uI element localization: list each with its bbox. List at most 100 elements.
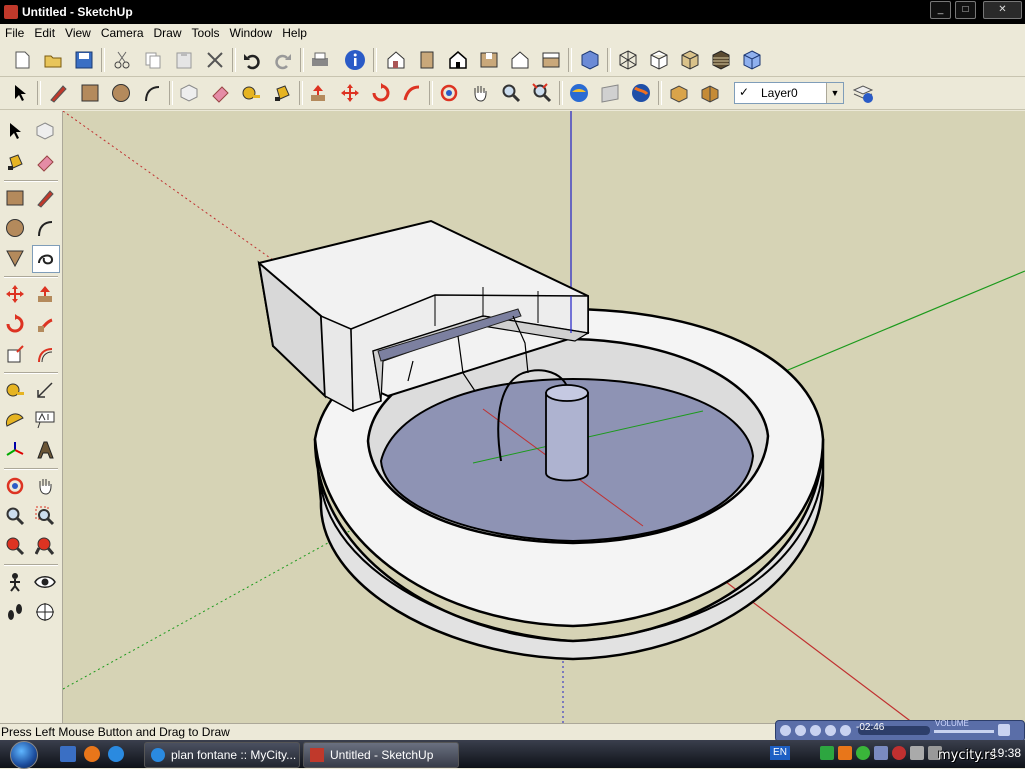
google-earth-button[interactable] <box>629 81 653 105</box>
dimension-tool[interactable] <box>32 377 58 403</box>
offset-tool[interactable] <box>32 341 58 367</box>
arc-tool-button[interactable] <box>140 81 164 105</box>
menu-window[interactable]: Window <box>225 24 278 40</box>
iso-view-button[interactable] <box>384 48 408 72</box>
zoom-tool[interactable] <box>2 503 28 529</box>
zoom-window-tool[interactable] <box>32 503 58 529</box>
player-menu-icon[interactable] <box>998 724 1010 736</box>
share-model-button[interactable] <box>598 81 622 105</box>
follow-me-button[interactable] <box>400 81 424 105</box>
cut-button[interactable] <box>110 48 134 72</box>
menu-edit[interactable]: Edit <box>29 24 60 40</box>
task-sketchup[interactable]: Untitled - SketchUp <box>303 742 459 768</box>
show-desktop-icon[interactable] <box>60 746 76 762</box>
axes-tool[interactable] <box>2 437 28 463</box>
line-tool[interactable] <box>32 185 58 211</box>
hidden-line-button[interactable] <box>647 48 671 72</box>
save-button[interactable] <box>72 48 96 72</box>
xray-button[interactable] <box>578 48 602 72</box>
section-plane-tool[interactable] <box>32 599 58 625</box>
eraser-tool-button[interactable] <box>208 81 232 105</box>
top-view-button[interactable] <box>415 48 439 72</box>
layer-select[interactable]: ✓ Layer0 ▼ <box>734 82 844 104</box>
task-browser[interactable]: plan fontane :: MyCity... <box>144 742 300 768</box>
tape-measure-button[interactable] <box>239 81 263 105</box>
menu-tools[interactable]: Tools <box>187 24 225 40</box>
model-info-button[interactable] <box>343 48 367 72</box>
pan-tool-button[interactable] <box>468 81 492 105</box>
copy-button[interactable] <box>141 48 165 72</box>
protractor-tool[interactable] <box>2 407 28 433</box>
push-pull-tool[interactable] <box>32 281 58 307</box>
next-track-icon[interactable] <box>840 725 851 736</box>
orbit-tool-button[interactable] <box>437 81 461 105</box>
move-tool[interactable] <box>2 281 28 307</box>
back-view-button[interactable] <box>508 48 532 72</box>
rectangle-tool[interactable] <box>2 185 28 211</box>
shaded-textures-button[interactable] <box>709 48 733 72</box>
wireframe-button[interactable] <box>616 48 640 72</box>
tape-measure-tool[interactable] <box>2 377 28 403</box>
zoom-tool-button[interactable] <box>499 81 523 105</box>
eraser-tool[interactable] <box>32 149 58 175</box>
menu-draw[interactable]: Draw <box>149 24 187 40</box>
rotate-tool[interactable] <box>2 311 28 337</box>
push-pull-button[interactable] <box>306 81 330 105</box>
get-models-button[interactable] <box>567 81 591 105</box>
erase-button[interactable] <box>203 48 227 72</box>
volume-icon[interactable] <box>910 746 924 760</box>
model-viewport[interactable] <box>63 111 1025 723</box>
stop-icon[interactable] <box>810 725 821 736</box>
minimize-button[interactable]: _ <box>930 1 951 19</box>
shaded-button[interactable] <box>678 48 702 72</box>
menu-file[interactable]: File <box>0 24 29 40</box>
monochrome-button[interactable] <box>740 48 764 72</box>
3d-text-tool[interactable] <box>32 437 58 463</box>
maximize-button[interactable]: □ <box>955 1 976 19</box>
paint-bucket-tool[interactable] <box>2 149 28 175</box>
right-view-button[interactable] <box>477 48 501 72</box>
orbit-tool[interactable] <box>2 473 28 499</box>
previous-view-tool[interactable] <box>32 533 58 559</box>
zoom-extents-tool[interactable] <box>2 533 28 559</box>
text-tool[interactable] <box>32 407 58 433</box>
look-around-tool[interactable] <box>32 569 58 595</box>
rotate-tool-button[interactable] <box>369 81 393 105</box>
menu-help[interactable]: Help <box>277 24 312 40</box>
follow-me-tool[interactable] <box>32 311 58 337</box>
pan-tool[interactable] <box>32 473 58 499</box>
dynamic-components-button[interactable] <box>698 81 722 105</box>
circle-tool[interactable] <box>2 215 28 241</box>
position-camera-tool[interactable] <box>2 569 28 595</box>
layer-manager-button[interactable] <box>851 81 875 105</box>
select-tool-button[interactable] <box>8 81 32 105</box>
front-view-button[interactable] <box>446 48 470 72</box>
make-component-button[interactable] <box>177 81 201 105</box>
language-indicator[interactable]: EN <box>770 746 790 760</box>
volume-slider[interactable] <box>934 730 994 733</box>
freehand-tool[interactable] <box>32 245 60 273</box>
component-tool[interactable] <box>32 118 58 144</box>
chevron-down-icon[interactable]: ▼ <box>826 83 843 103</box>
pause-icon[interactable] <box>795 725 806 736</box>
select-tool[interactable] <box>2 118 28 144</box>
arc-tool[interactable] <box>32 215 58 241</box>
internet-explorer-icon[interactable] <box>108 746 124 762</box>
start-button[interactable] <box>4 740 44 769</box>
print-button[interactable] <box>308 48 332 72</box>
close-button[interactable]: ✕ <box>983 1 1022 19</box>
zoom-extents-button[interactable] <box>530 81 554 105</box>
walk-tool[interactable] <box>2 599 28 625</box>
components-button[interactable] <box>667 81 691 105</box>
open-button[interactable] <box>41 48 65 72</box>
menu-camera[interactable]: Camera <box>96 24 149 40</box>
monitor-icon[interactable] <box>874 746 888 760</box>
polygon-tool[interactable] <box>2 245 28 271</box>
scale-tool[interactable] <box>2 341 28 367</box>
new-file-button[interactable] <box>10 48 34 72</box>
paste-button[interactable] <box>172 48 196 72</box>
network-icon[interactable] <box>856 746 870 760</box>
media-player-icon[interactable] <box>838 746 852 760</box>
firefox-icon[interactable] <box>84 746 100 762</box>
left-view-button[interactable] <box>539 48 563 72</box>
